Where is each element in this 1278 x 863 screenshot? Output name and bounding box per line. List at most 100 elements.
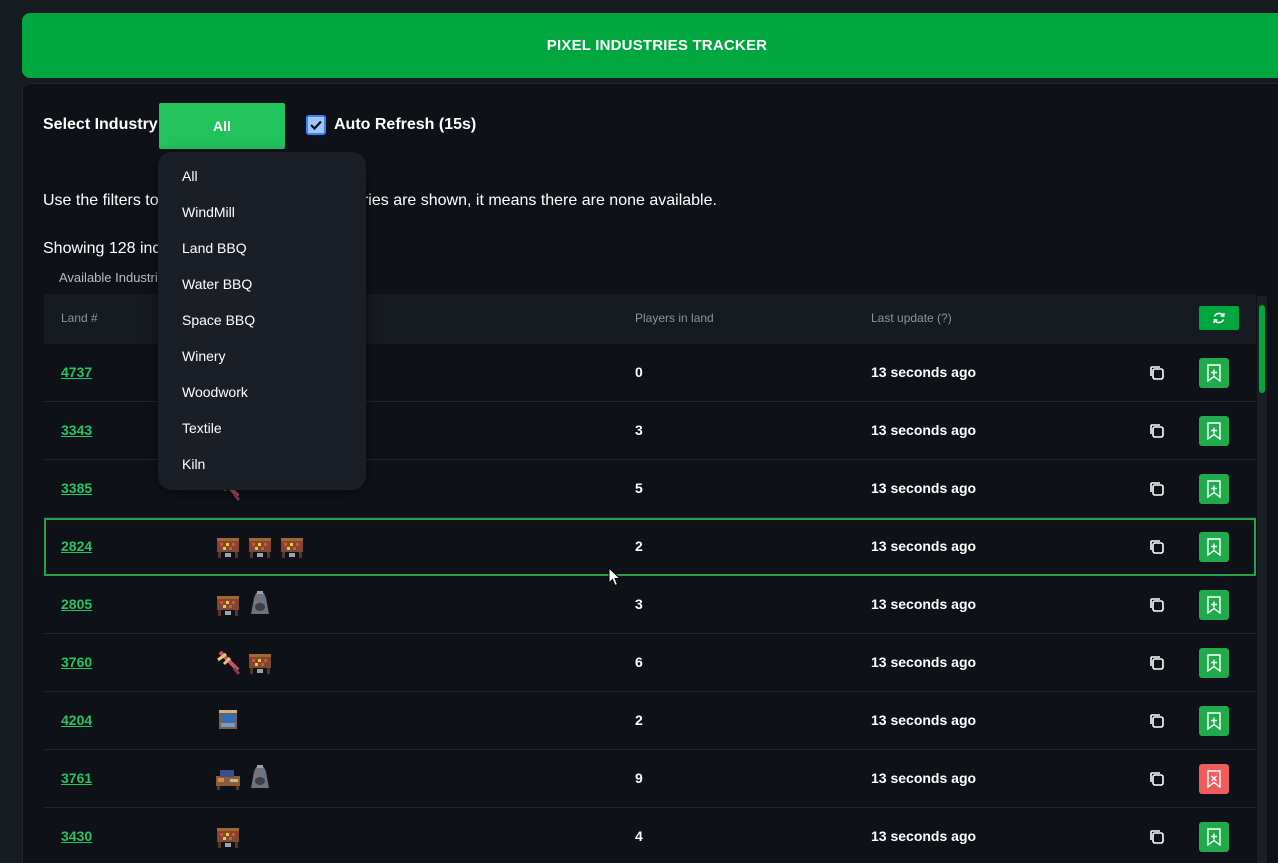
add-bookmark-button[interactable] xyxy=(1199,822,1229,852)
add-bookmark-button[interactable] xyxy=(1199,648,1229,678)
dropdown-option[interactable]: Kiln xyxy=(158,452,366,488)
land-bbq-icon xyxy=(246,532,274,560)
kiln-icon xyxy=(246,590,274,618)
industry-icons xyxy=(214,590,274,618)
filters-info-text: Use the filters to stries are shown, it … xyxy=(43,192,717,210)
column-players[interactable]: Players in land xyxy=(635,311,714,325)
app-header: PIXEL INDUSTRIES TRACKER xyxy=(22,13,1278,78)
mouse-cursor-icon xyxy=(608,567,622,587)
remove-bookmark-button[interactable] xyxy=(1199,764,1229,794)
land-bbq-icon xyxy=(214,590,242,618)
land-bbq-icon xyxy=(214,532,242,560)
add-bookmark-button[interactable] xyxy=(1199,358,1229,388)
industry-icons xyxy=(214,706,242,734)
bookmark-icon xyxy=(1207,480,1221,498)
land-link[interactable]: 3385 xyxy=(61,480,92,496)
industry-icons xyxy=(214,764,274,792)
dropdown-option[interactable]: Woodwork xyxy=(158,380,366,416)
column-land[interactable]: Land # xyxy=(61,311,98,325)
players-count: 9 xyxy=(635,770,643,786)
players-count: 5 xyxy=(635,480,643,496)
table-row: 2824 2 13 seconds ago xyxy=(44,518,1256,576)
last-update-text: 13 seconds ago xyxy=(871,712,977,728)
dropdown-option[interactable]: Textile xyxy=(158,416,366,452)
dropdown-option[interactable]: Space BBQ xyxy=(158,308,366,344)
last-update-text: 13 seconds ago xyxy=(871,596,977,612)
dropdown-option[interactable]: Winery xyxy=(158,344,366,380)
industry-dropdown-menu: All WindMill Land BBQ Water BBQ Space BBQ Win… xyxy=(158,152,366,490)
copy-icon[interactable] xyxy=(1148,364,1166,382)
copy-icon[interactable] xyxy=(1148,480,1166,498)
showing-count-text: Showing 128 indu xyxy=(43,240,171,257)
scrollbar-thumb[interactable] xyxy=(1259,305,1265,393)
kiln-icon xyxy=(246,764,274,792)
add-bookmark-button[interactable] xyxy=(1199,590,1229,620)
last-update-text: 13 seconds ago xyxy=(871,364,977,380)
app-title: PIXEL INDUSTRIES TRACKER xyxy=(546,37,768,54)
last-update-text: 13 seconds ago xyxy=(871,828,977,844)
dropdown-option[interactable]: WindMill xyxy=(158,200,366,236)
dropdown-option[interactable]: Land BBQ xyxy=(158,236,366,272)
land-link[interactable]: 2824 xyxy=(61,538,92,554)
add-bookmark-button[interactable] xyxy=(1199,706,1229,736)
bookmark-icon xyxy=(1207,712,1221,730)
players-count: 2 xyxy=(635,538,643,554)
add-bookmark-button[interactable] xyxy=(1199,474,1229,504)
column-last-update[interactable]: Last update (?) xyxy=(871,311,952,325)
land-bbq-icon xyxy=(278,532,306,560)
industry-select-value: All xyxy=(213,118,231,134)
bookmark-icon xyxy=(1207,538,1221,556)
land-link[interactable]: 3761 xyxy=(61,770,92,786)
players-count: 3 xyxy=(635,422,643,438)
industry-icons xyxy=(214,822,242,850)
dropdown-options: All WindMill Land BBQ Water BBQ Space BBQ Win… xyxy=(158,164,366,488)
dropdown-option[interactable]: All xyxy=(158,164,366,200)
bookmark-icon xyxy=(1207,828,1221,846)
available-industries-label: Available Industri xyxy=(59,270,158,285)
table-row: 3761 9 13 seconds ago xyxy=(44,750,1256,808)
players-count: 3 xyxy=(635,596,643,612)
players-count: 6 xyxy=(635,654,643,670)
bookmark-icon xyxy=(1207,596,1221,614)
filters-info-tail: stries are shown, it means there are non… xyxy=(350,192,717,209)
copy-icon[interactable] xyxy=(1148,712,1166,730)
last-update-text: 13 seconds ago xyxy=(871,480,977,496)
table-row: 3430 4 13 seconds ago xyxy=(44,808,1256,863)
copy-icon[interactable] xyxy=(1148,654,1166,672)
table-row: 2805 3 13 seconds ago xyxy=(44,576,1256,634)
refresh-icon xyxy=(1213,312,1225,324)
bookmark-icon xyxy=(1207,364,1221,382)
bookmark-icon xyxy=(1207,654,1221,672)
industry-icons xyxy=(214,532,306,560)
players-count: 2 xyxy=(635,712,643,728)
refresh-button[interactable] xyxy=(1199,306,1239,330)
land-link[interactable]: 4204 xyxy=(61,712,92,728)
copy-icon[interactable] xyxy=(1148,596,1166,614)
copy-icon[interactable] xyxy=(1148,828,1166,846)
auto-refresh-checkbox[interactable] xyxy=(306,115,326,135)
industry-icons xyxy=(214,648,274,676)
land-link[interactable]: 4737 xyxy=(61,364,92,380)
last-update-text: 13 seconds ago xyxy=(871,422,977,438)
last-update-text: 13 seconds ago xyxy=(871,538,977,554)
bookmark-icon xyxy=(1207,770,1221,788)
players-count: 0 xyxy=(635,364,643,380)
land-link[interactable]: 3430 xyxy=(61,828,92,844)
copy-icon[interactable] xyxy=(1148,538,1166,556)
land-link[interactable]: 3760 xyxy=(61,654,92,670)
land-link[interactable]: 3343 xyxy=(61,422,92,438)
last-update-text: 13 seconds ago xyxy=(871,654,977,670)
industry-select[interactable]: All xyxy=(159,103,285,149)
land-link[interactable]: 2805 xyxy=(61,596,92,612)
copy-icon[interactable] xyxy=(1148,770,1166,788)
add-bookmark-button[interactable] xyxy=(1199,416,1229,446)
bookmark-icon xyxy=(1207,422,1221,440)
last-update-text: 13 seconds ago xyxy=(871,770,977,786)
windmill-icon xyxy=(214,648,242,676)
auto-refresh-toggle[interactable]: Auto Refresh (15s) xyxy=(306,115,476,135)
copy-icon[interactable] xyxy=(1148,422,1166,440)
auto-refresh-label: Auto Refresh (15s) xyxy=(334,116,477,133)
add-bookmark-button[interactable] xyxy=(1199,532,1229,562)
dropdown-option[interactable]: Water BBQ xyxy=(158,272,366,308)
table-row: 3760 6 13 seconds ago xyxy=(44,634,1256,692)
